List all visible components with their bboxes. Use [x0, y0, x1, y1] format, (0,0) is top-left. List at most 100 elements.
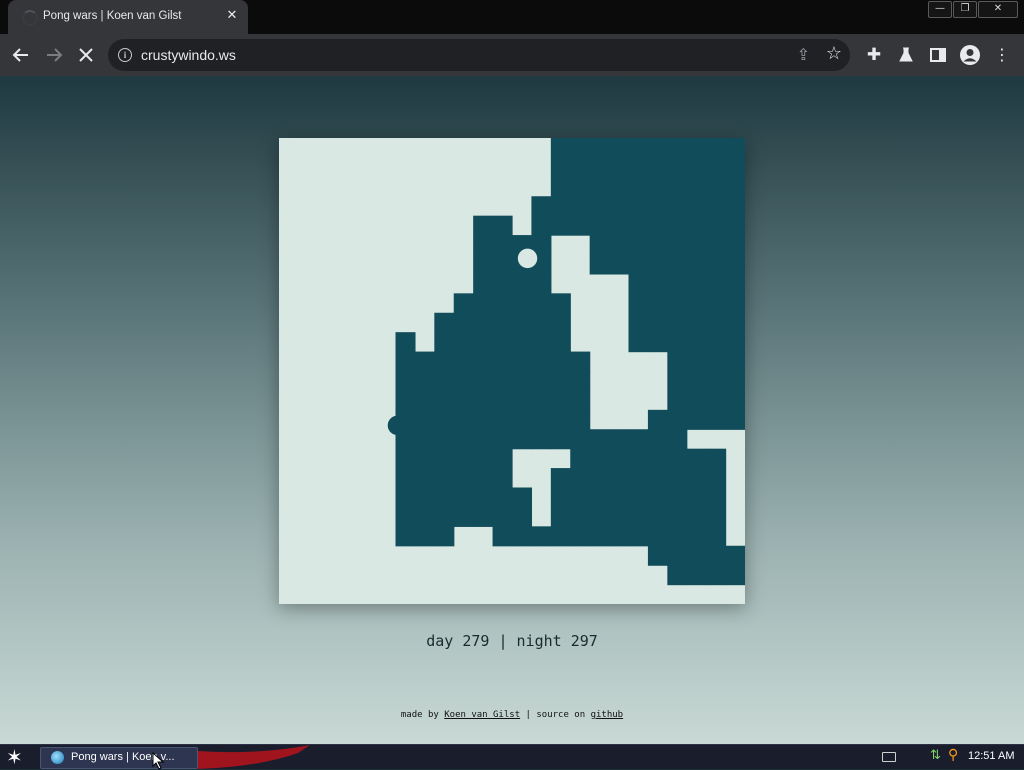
address-bar[interactable]: i crustywindo.ws ⇪ ☆: [108, 39, 850, 71]
night-cell: [414, 448, 435, 469]
night-cell: [395, 332, 416, 353]
night-cell: [492, 215, 513, 236]
search-icon[interactable]: ⚲: [948, 747, 958, 763]
night-cell: [725, 138, 745, 159]
night-cell: [686, 157, 707, 178]
night-cell: [628, 215, 649, 236]
night-cell: [706, 506, 727, 527]
night-cell: [512, 332, 533, 353]
night-cell: [492, 448, 513, 469]
night-cell: [686, 390, 707, 411]
night-cell: [647, 176, 668, 197]
night-cell: [531, 312, 552, 333]
night-cell: [473, 448, 494, 469]
night-cell: [667, 448, 688, 469]
night-cell: [512, 371, 533, 392]
night-cell: [531, 273, 552, 294]
night-cell: [725, 293, 745, 314]
night-cell: [414, 371, 435, 392]
night-cell: [570, 468, 591, 489]
site-info-icon[interactable]: i: [118, 48, 132, 62]
tab-close-icon[interactable]: ✕: [224, 8, 240, 24]
night-cell: [550, 312, 571, 333]
extensions-button[interactable]: ✚: [858, 34, 890, 76]
night-cell: [628, 526, 649, 547]
start-button[interactable]: ✶: [6, 746, 23, 768]
night-cell: [473, 351, 494, 372]
night-cell: [550, 429, 571, 450]
night-cell: [434, 487, 455, 508]
night-cell: [492, 371, 513, 392]
night-cell: [667, 293, 688, 314]
night-cell: [453, 487, 474, 508]
night-cell: [628, 138, 649, 159]
night-cell: [667, 332, 688, 353]
game-board: [279, 138, 745, 604]
night-cell: [414, 468, 435, 489]
night-cell: [550, 332, 571, 353]
taskbar-item-browser[interactable]: Pong wars | Koen v...: [40, 747, 198, 769]
night-cell: [686, 448, 707, 469]
made-by-text: made by: [400, 710, 439, 720]
night-cell: [686, 293, 707, 314]
stop-loading-button[interactable]: [70, 34, 102, 76]
night-cell: [473, 235, 494, 256]
night-cell: [550, 176, 571, 197]
side-panel-icon: [930, 48, 946, 62]
night-cell: [686, 526, 707, 547]
night-cell: [686, 235, 707, 256]
night-cell: [647, 409, 668, 430]
night-cell: [686, 215, 707, 236]
close-icon: ✕: [993, 3, 1003, 14]
forward-button[interactable]: [38, 34, 70, 76]
night-cell: [473, 468, 494, 489]
night-cell: [414, 351, 435, 372]
night-cell: [570, 215, 591, 236]
night-cell: [434, 371, 455, 392]
labs-button[interactable]: [890, 34, 922, 76]
night-cell: [414, 409, 435, 430]
night-cell: [706, 215, 727, 236]
night-cell: [473, 506, 494, 527]
bookmark-star-icon[interactable]: ☆: [826, 43, 842, 64]
night-cell: [609, 448, 630, 469]
night-cell: [706, 293, 727, 314]
browser-app-icon: [51, 751, 64, 764]
profile-button[interactable]: [954, 34, 986, 76]
network-icon[interactable]: ⇅: [930, 748, 941, 763]
night-cell: [453, 371, 474, 392]
author-link[interactable]: Koen van Gilst: [444, 710, 520, 720]
night-cell: [667, 138, 688, 159]
night-cell: [725, 215, 745, 236]
keyboard-icon[interactable]: [882, 752, 896, 762]
side-panel-button[interactable]: [922, 34, 954, 76]
night-cell: [531, 371, 552, 392]
night-cell: [492, 429, 513, 450]
night-cell: [628, 273, 649, 294]
night-cell: [512, 409, 533, 430]
footer-separator: |: [525, 710, 531, 720]
window-close-button[interactable]: ✕: [978, 1, 1018, 18]
minimize-button[interactable]: —: [928, 1, 952, 18]
back-button[interactable]: [5, 34, 37, 76]
night-cell: [589, 468, 610, 489]
night-cell: [647, 487, 668, 508]
night-cell: [550, 293, 571, 314]
night-cell: [706, 176, 727, 197]
browser-tab[interactable]: Pong wars | Koen van Gilst ✕: [8, 0, 248, 34]
night-cell: [706, 312, 727, 333]
night-cell: [628, 157, 649, 178]
clock[interactable]: 12:51 AM: [968, 750, 1014, 762]
night-cell: [512, 506, 533, 527]
night-cell: [706, 138, 727, 159]
share-icon[interactable]: ⇪: [797, 45, 810, 64]
github-link[interactable]: github: [591, 710, 624, 720]
night-cell: [667, 409, 688, 430]
night-cell: [492, 487, 513, 508]
menu-button[interactable]: ⋮: [986, 34, 1018, 76]
score-separator: |: [498, 632, 508, 650]
night-cell: [550, 138, 571, 159]
restore-button[interactable]: ❐: [953, 1, 977, 18]
night-cell: [647, 312, 668, 333]
night-cell: [589, 526, 610, 547]
